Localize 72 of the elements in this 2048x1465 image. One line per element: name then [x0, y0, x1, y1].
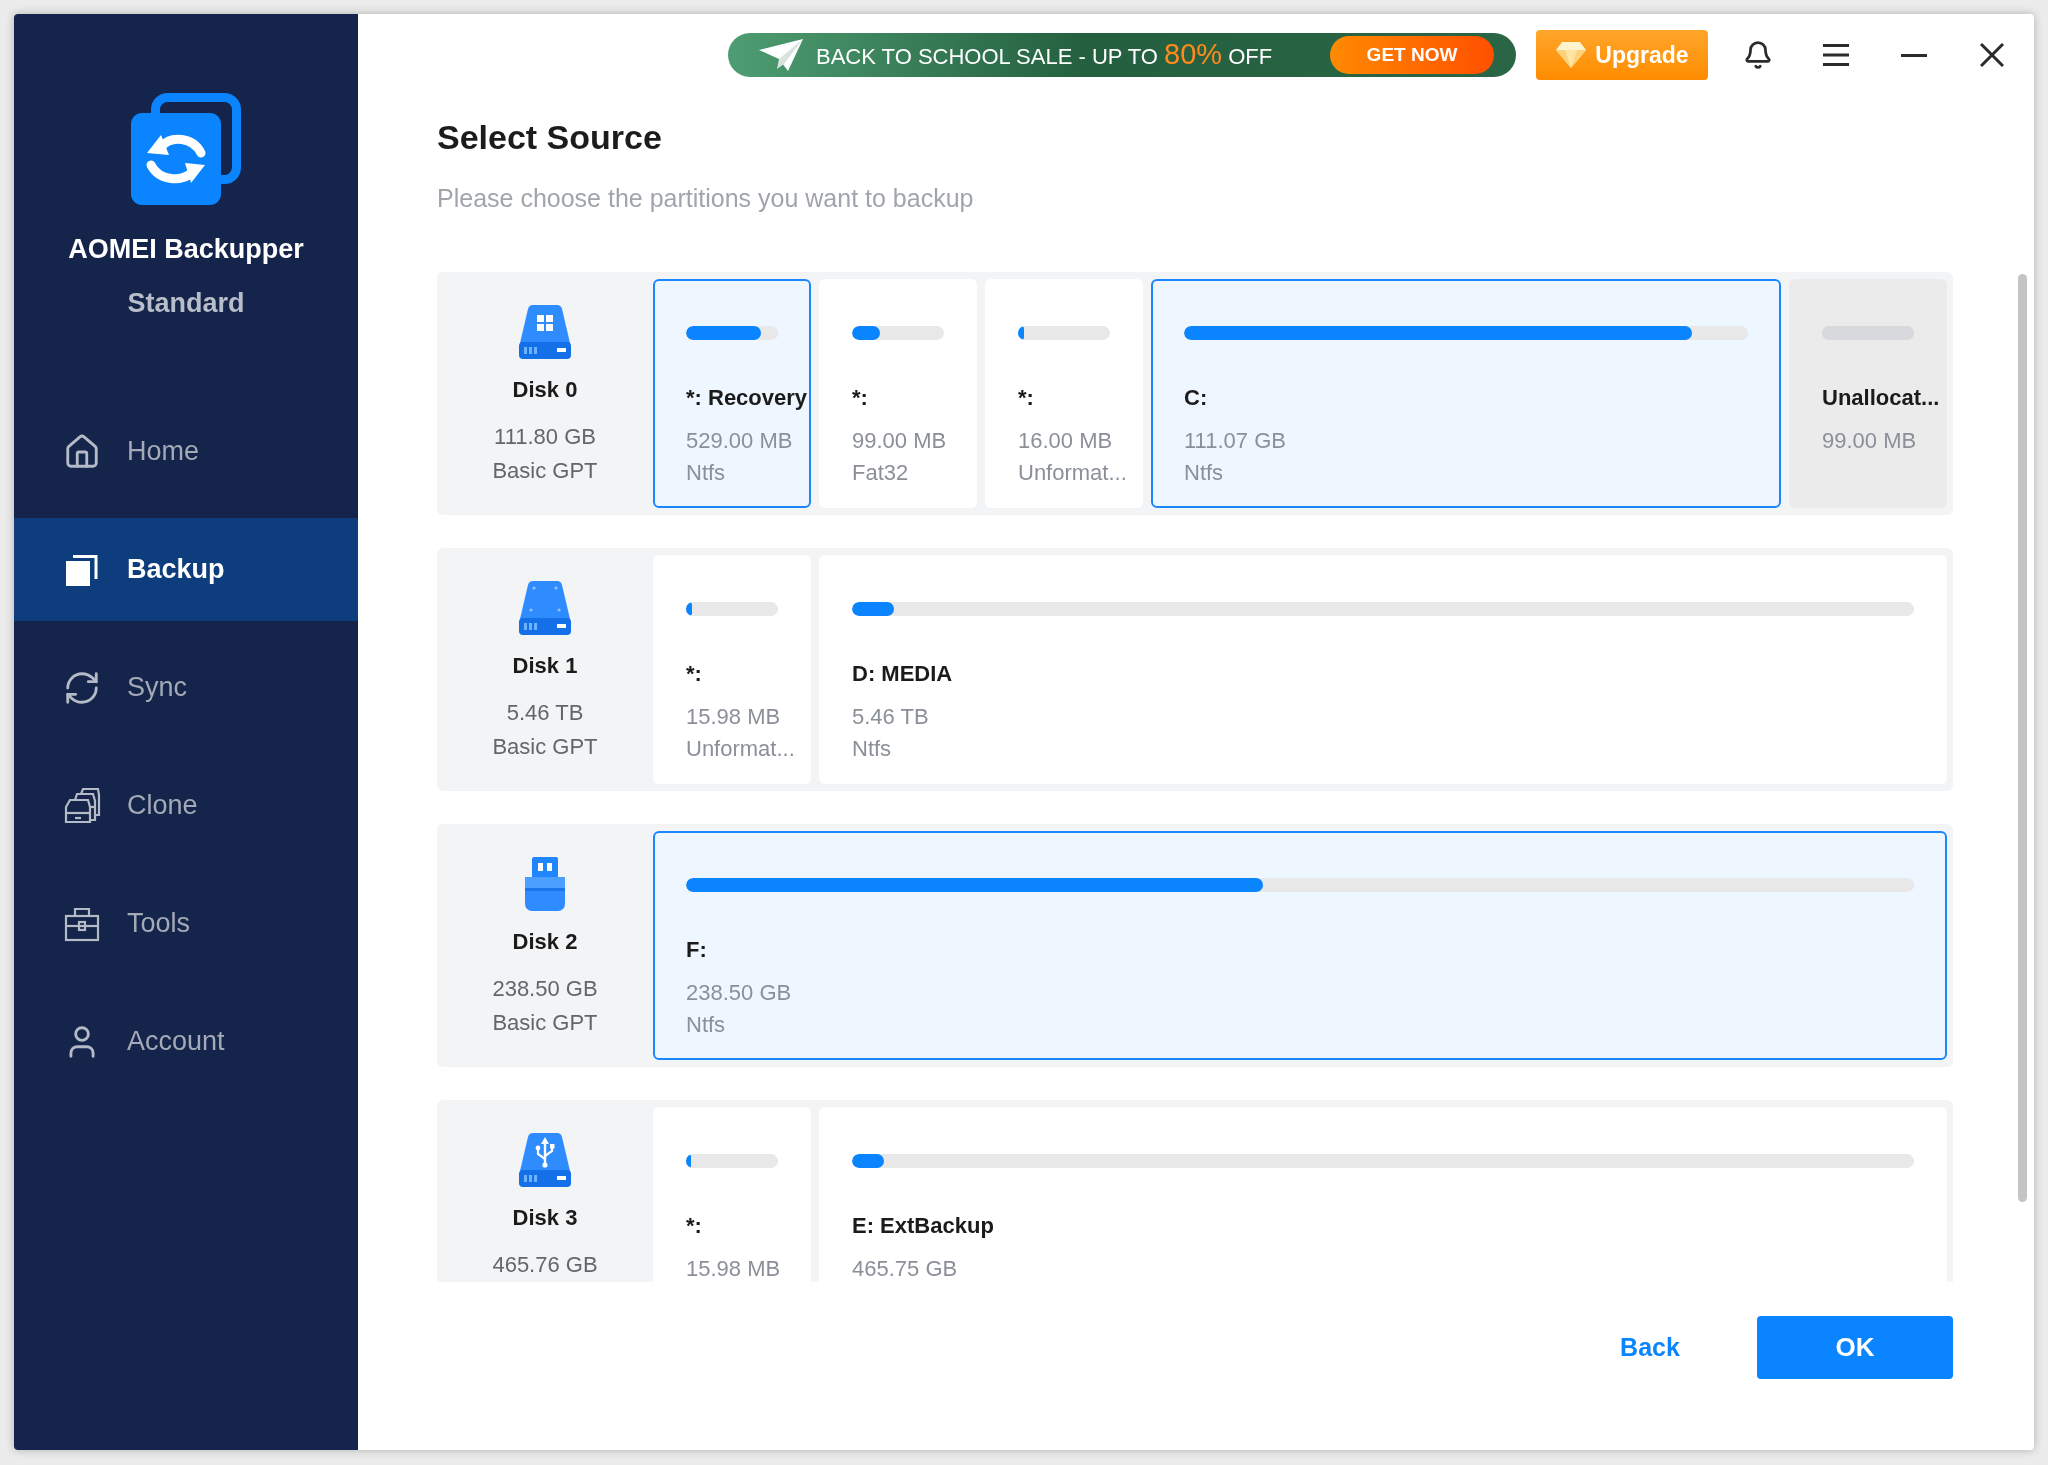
- diamond-icon: [1555, 41, 1588, 69]
- partition-name: *:: [1018, 384, 1034, 412]
- promo-banner[interactable]: BACK TO SCHOOL SALE - UP TO 80% OFF GET NOW: [728, 33, 1516, 77]
- file-system: Unformat...: [686, 735, 795, 763]
- nav-item[interactable]: Home: [14, 400, 358, 503]
- close-icon: [1980, 43, 2004, 67]
- partition-size: 15.98 MB: [686, 1255, 781, 1282]
- nav-item[interactable]: Account: [14, 990, 358, 1093]
- file-system: Ntfs: [686, 459, 726, 487]
- disk-name: Disk 0: [512, 376, 578, 404]
- partition-style: Basic GPT: [492, 457, 598, 485]
- partition-card[interactable]: *: Recovery 529.00 MB Ntfs: [653, 279, 811, 508]
- home-icon: [63, 432, 101, 471]
- drives-icon: [63, 786, 101, 825]
- disk-name: Disk 3: [512, 1204, 578, 1232]
- nav-item[interactable]: Sync: [14, 636, 358, 739]
- file-system: Ntfs: [1184, 459, 1224, 487]
- partition-style: Basic GPT: [492, 1009, 598, 1037]
- nav-item[interactable]: Backup: [14, 518, 358, 621]
- bell-icon: [1743, 40, 1773, 70]
- paper-plane-icon: [758, 38, 804, 72]
- disk-size: 465.76 GB: [492, 1251, 598, 1279]
- partition-size: 99.00 MB: [1822, 427, 1917, 455]
- disk-name: Disk 2: [512, 928, 578, 956]
- partition-size: 15.98 MB: [686, 703, 781, 731]
- file-system: Fat32: [852, 459, 909, 487]
- file-system: Ntfs: [686, 1011, 726, 1039]
- partition-card[interactable]: E: ExtBackup 465.75 GB: [819, 1107, 1947, 1282]
- partition-size: 238.50 GB: [686, 979, 792, 1007]
- partition-size: 111.07 GB: [1184, 427, 1286, 455]
- menu-icon: [1823, 44, 1849, 66]
- partition-card[interactable]: *: 15.98 MB: [653, 1107, 811, 1282]
- file-system: Ntfs: [852, 735, 892, 763]
- file-system: Unformat...: [1018, 459, 1127, 487]
- partition-card[interactable]: *: 99.00 MB Fat32: [819, 279, 977, 508]
- partition-name: *:: [686, 660, 702, 688]
- partition-name: D: MEDIA: [852, 660, 953, 688]
- nav-item[interactable]: Clone: [14, 754, 358, 857]
- partition-size: 5.46 TB: [852, 703, 929, 731]
- minimize-icon: [1901, 53, 1927, 57]
- partition-size: 99.00 MB: [852, 427, 947, 455]
- disk-size: 238.50 GB: [492, 975, 598, 1003]
- partition-card[interactable]: F: 238.50 GB Ntfs: [653, 831, 1947, 1060]
- partition-style: Basic GPT: [492, 733, 598, 761]
- disk-name: Disk 1: [512, 652, 578, 680]
- app-edition: Standard: [127, 287, 245, 320]
- page-subtitle: Please choose the partitions you want to backup: [437, 183, 974, 214]
- app-name: AOMEI Backupper: [68, 233, 304, 266]
- app-logo-icon: [131, 93, 241, 205]
- page-title: Select Source: [437, 117, 662, 158]
- partition-card[interactable]: *: 16.00 MB Unformat...: [985, 279, 1143, 508]
- partition-name: F:: [686, 936, 707, 964]
- back-button[interactable]: Back: [1590, 1316, 1710, 1379]
- partition-name: *: Recovery: [686, 384, 808, 412]
- partition-card[interactable]: C: 111.07 GB Ntfs: [1151, 279, 1781, 508]
- partition-size: 529.00 MB: [686, 427, 793, 455]
- partition-name: *:: [686, 1212, 702, 1240]
- ok-button[interactable]: OK: [1757, 1316, 1953, 1379]
- disk-size: 5.46 TB: [506, 699, 584, 727]
- nav-item[interactable]: Tools: [14, 872, 358, 975]
- partition-card[interactable]: *: 15.98 MB Unformat...: [653, 555, 811, 784]
- partition-name: Unallocat...: [1822, 384, 1940, 412]
- partition-size: 465.75 GB: [852, 1255, 958, 1282]
- partition-name: *:: [852, 384, 868, 412]
- partition-name: C:: [1184, 384, 1208, 412]
- partition-card[interactable]: D: MEDIA 5.46 TB Ntfs: [819, 555, 1947, 784]
- partition-size: 16.00 MB: [1018, 427, 1113, 455]
- partition-name: E: ExtBackup: [852, 1212, 994, 1240]
- disk-size: 111.80 GB: [494, 423, 596, 451]
- sale-text: BACK TO SCHOOL SALE - UP TO 80% OFF: [816, 38, 1273, 72]
- unallocated-space-card[interactable]: Unallocat... 99.00 MB: [1789, 279, 1947, 508]
- scrollbar-thumb[interactable]: [2018, 274, 2027, 1202]
